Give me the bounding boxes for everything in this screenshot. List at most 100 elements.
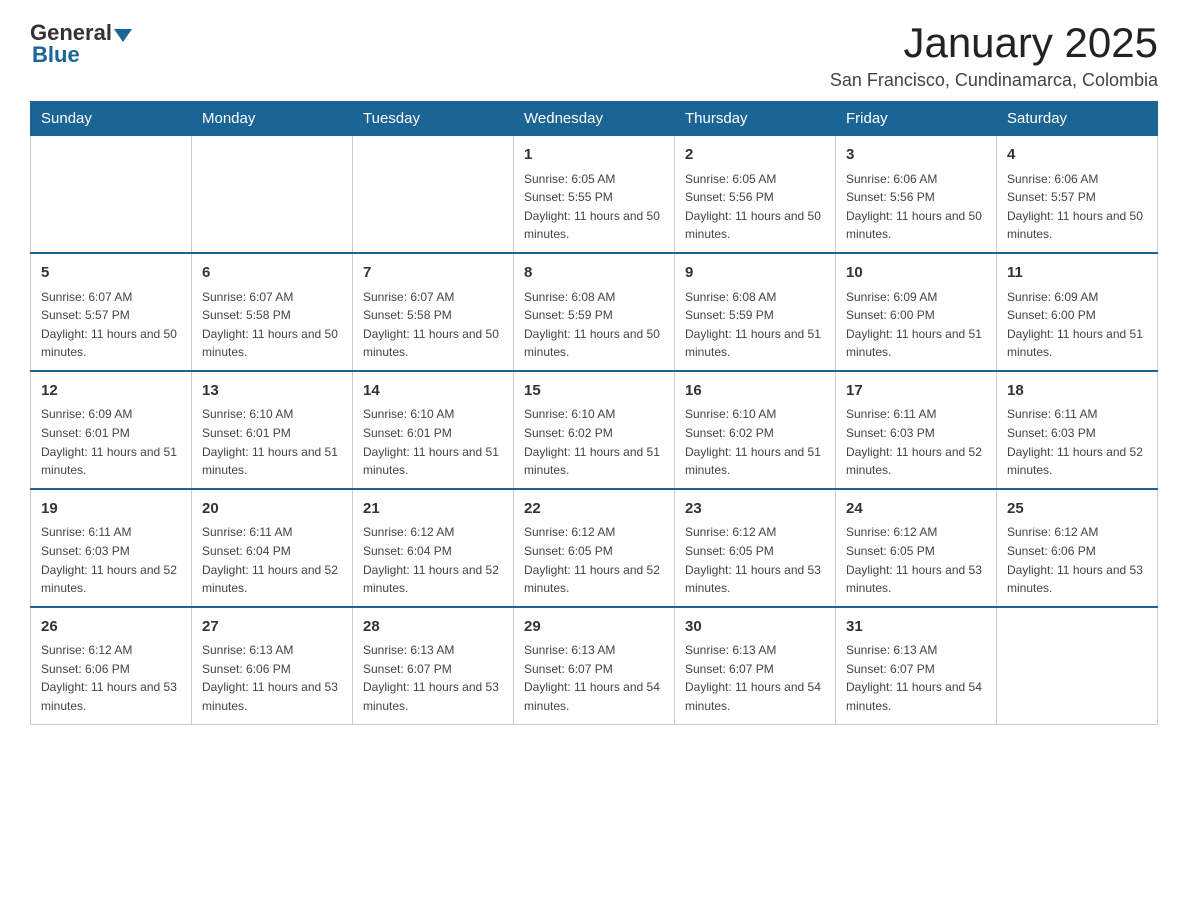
calendar-cell: 25Sunrise: 6:12 AM Sunset: 6:06 PM Dayli… [997,489,1158,607]
calendar-cell: 16Sunrise: 6:10 AM Sunset: 6:02 PM Dayli… [675,371,836,489]
day-info: Sunrise: 6:11 AM Sunset: 6:03 PM Dayligh… [846,405,986,479]
logo: General Blue [30,20,134,68]
day-number: 6 [202,262,342,285]
day-info: Sunrise: 6:13 AM Sunset: 6:07 PM Dayligh… [846,641,986,715]
calendar-cell: 24Sunrise: 6:12 AM Sunset: 6:05 PM Dayli… [836,489,997,607]
calendar-table: SundayMondayTuesdayWednesdayThursdayFrid… [30,101,1158,724]
calendar-cell: 3Sunrise: 6:06 AM Sunset: 5:56 PM Daylig… [836,136,997,253]
day-number: 4 [1007,144,1147,167]
day-number: 18 [1007,380,1147,403]
logo-blue-text: Blue [32,42,80,67]
calendar-cell: 19Sunrise: 6:11 AM Sunset: 6:03 PM Dayli… [31,489,192,607]
day-info: Sunrise: 6:08 AM Sunset: 5:59 PM Dayligh… [524,288,664,362]
header-thursday: Thursday [675,102,836,136]
day-number: 3 [846,144,986,167]
page-title: January 2025 [830,20,1158,66]
day-number: 15 [524,380,664,403]
day-info: Sunrise: 6:11 AM Sunset: 6:03 PM Dayligh… [41,523,181,597]
day-number: 29 [524,616,664,639]
day-number: 26 [41,616,181,639]
day-info: Sunrise: 6:13 AM Sunset: 6:06 PM Dayligh… [202,641,342,715]
calendar-cell [353,136,514,253]
day-info: Sunrise: 6:12 AM Sunset: 6:04 PM Dayligh… [363,523,503,597]
calendar-cell [192,136,353,253]
week-row-4: 26Sunrise: 6:12 AM Sunset: 6:06 PM Dayli… [31,607,1158,724]
calendar-cell [997,607,1158,724]
header-tuesday: Tuesday [353,102,514,136]
day-info: Sunrise: 6:05 AM Sunset: 5:56 PM Dayligh… [685,170,825,244]
day-number: 28 [363,616,503,639]
day-info: Sunrise: 6:09 AM Sunset: 6:00 PM Dayligh… [846,288,986,362]
day-number: 5 [41,262,181,285]
calendar-cell: 11Sunrise: 6:09 AM Sunset: 6:00 PM Dayli… [997,253,1158,371]
day-number: 25 [1007,498,1147,521]
week-row-3: 19Sunrise: 6:11 AM Sunset: 6:03 PM Dayli… [31,489,1158,607]
header-friday: Friday [836,102,997,136]
calendar-cell: 31Sunrise: 6:13 AM Sunset: 6:07 PM Dayli… [836,607,997,724]
day-info: Sunrise: 6:10 AM Sunset: 6:01 PM Dayligh… [363,405,503,479]
day-number: 17 [846,380,986,403]
day-info: Sunrise: 6:11 AM Sunset: 6:04 PM Dayligh… [202,523,342,597]
calendar-cell [31,136,192,253]
header-monday: Monday [192,102,353,136]
calendar-cell: 5 Sunrise: 6:07 AM Sunset: 5:57 PM Daylig… [31,253,192,371]
header-sunday: Sunday [31,102,192,136]
day-info: Sunrise: 6:06 AM Sunset: 5:57 PM Dayligh… [1007,170,1147,244]
calendar-cell: 1Sunrise: 6:05 AM Sunset: 5:55 PM Daylig… [514,136,675,253]
day-info: Sunrise: 6:11 AM Sunset: 6:03 PM Dayligh… [1007,405,1147,479]
calendar-cell: 26Sunrise: 6:12 AM Sunset: 6:06 PM Dayli… [31,607,192,724]
day-info: Sunrise: 6:12 AM Sunset: 6:06 PM Dayligh… [41,641,181,715]
header-saturday: Saturday [997,102,1158,136]
day-info: Sunrise: 6:10 AM Sunset: 6:02 PM Dayligh… [685,405,825,479]
day-number: 13 [202,380,342,403]
day-info: Sunrise: 6:07 AM Sunset: 5:58 PM Dayligh… [202,288,342,362]
day-info: Sunrise: 6:12 AM Sunset: 6:05 PM Dayligh… [846,523,986,597]
calendar-cell: 8 Sunrise: 6:08 AM Sunset: 5:59 PM Daylig… [514,253,675,371]
day-info: Sunrise: 6:09 AM Sunset: 6:00 PM Dayligh… [1007,288,1147,362]
week-row-0: 1Sunrise: 6:05 AM Sunset: 5:55 PM Daylig… [31,136,1158,253]
day-info: Sunrise: 6:13 AM Sunset: 6:07 PM Dayligh… [685,641,825,715]
calendar-cell: 27Sunrise: 6:13 AM Sunset: 6:06 PM Dayli… [192,607,353,724]
day-number: 27 [202,616,342,639]
header: General Blue January 2025 San Francisco,… [30,20,1158,91]
calendar-cell: 23Sunrise: 6:12 AM Sunset: 6:05 PM Dayli… [675,489,836,607]
day-info: Sunrise: 6:08 AM Sunset: 5:59 PM Dayligh… [685,288,825,362]
day-number: 14 [363,380,503,403]
day-info: Sunrise: 6:13 AM Sunset: 6:07 PM Dayligh… [363,641,503,715]
calendar-cell: 15Sunrise: 6:10 AM Sunset: 6:02 PM Dayli… [514,371,675,489]
week-row-1: 5 Sunrise: 6:07 AM Sunset: 5:57 PM Daylig… [31,253,1158,371]
day-number: 20 [202,498,342,521]
day-number: 9 [685,262,825,285]
day-info: Sunrise: 6:07 AM Sunset: 5:58 PM Dayligh… [363,288,503,362]
day-number: 19 [41,498,181,521]
day-info: Sunrise: 6:12 AM Sunset: 6:05 PM Dayligh… [524,523,664,597]
calendar-cell: 18Sunrise: 6:11 AM Sunset: 6:03 PM Dayli… [997,371,1158,489]
week-row-2: 12Sunrise: 6:09 AM Sunset: 6:01 PM Dayli… [31,371,1158,489]
day-number: 30 [685,616,825,639]
day-info: Sunrise: 6:10 AM Sunset: 6:01 PM Dayligh… [202,405,342,479]
calendar-cell: 17Sunrise: 6:11 AM Sunset: 6:03 PM Dayli… [836,371,997,489]
day-number: 22 [524,498,664,521]
day-info: Sunrise: 6:12 AM Sunset: 6:06 PM Dayligh… [1007,523,1147,597]
calendar-cell: 14Sunrise: 6:10 AM Sunset: 6:01 PM Dayli… [353,371,514,489]
day-info: Sunrise: 6:05 AM Sunset: 5:55 PM Dayligh… [524,170,664,244]
day-number: 2 [685,144,825,167]
calendar-header-row: SundayMondayTuesdayWednesdayThursdayFrid… [31,102,1158,136]
calendar-cell: 4 Sunrise: 6:06 AM Sunset: 5:57 PM Daylig… [997,136,1158,253]
day-info: Sunrise: 6:09 AM Sunset: 6:01 PM Dayligh… [41,405,181,479]
subtitle: San Francisco, Cundinamarca, Colombia [830,70,1158,91]
day-info: Sunrise: 6:10 AM Sunset: 6:02 PM Dayligh… [524,405,664,479]
day-number: 10 [846,262,986,285]
calendar-cell: 28Sunrise: 6:13 AM Sunset: 6:07 PM Dayli… [353,607,514,724]
day-number: 23 [685,498,825,521]
calendar-cell: 21Sunrise: 6:12 AM Sunset: 6:04 PM Dayli… [353,489,514,607]
day-number: 21 [363,498,503,521]
day-info: Sunrise: 6:07 AM Sunset: 5:57 PM Dayligh… [41,288,181,362]
calendar-cell: 6 Sunrise: 6:07 AM Sunset: 5:58 PM Daylig… [192,253,353,371]
calendar-cell: 30Sunrise: 6:13 AM Sunset: 6:07 PM Dayli… [675,607,836,724]
calendar-cell: 20Sunrise: 6:11 AM Sunset: 6:04 PM Dayli… [192,489,353,607]
day-info: Sunrise: 6:12 AM Sunset: 6:05 PM Dayligh… [685,523,825,597]
day-number: 8 [524,262,664,285]
calendar-cell: 2 Sunrise: 6:05 AM Sunset: 5:56 PM Daylig… [675,136,836,253]
logo-arrow-icon [114,29,132,42]
